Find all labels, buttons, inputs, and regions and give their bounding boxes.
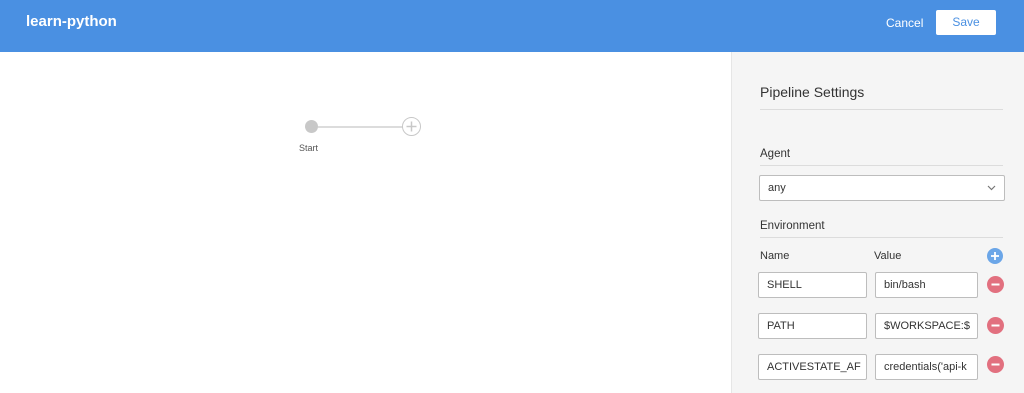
title-divider — [760, 109, 1003, 110]
agent-select[interactable]: any — [759, 175, 1005, 201]
start-label: Start — [299, 143, 319, 153]
env-value-input[interactable]: bin/bash — [875, 272, 978, 298]
start-node[interactable] — [305, 120, 318, 133]
name-column-label: Name — [760, 250, 790, 262]
pipeline-canvas: Start — [0, 52, 731, 393]
save-button[interactable]: Save — [936, 10, 996, 35]
add-stage-button[interactable] — [402, 117, 421, 136]
env-value-input[interactable]: $WORKSPACE:$ — [875, 313, 978, 339]
pipeline-settings-panel: Pipeline Settings Agent any Environment … — [731, 52, 1024, 393]
add-environment-icon[interactable] — [987, 248, 1003, 264]
settings-title: Pipeline Settings — [760, 84, 865, 100]
top-bar: learn-python Cancel Save — [0, 0, 1024, 52]
env-name-input[interactable]: SHELL — [758, 272, 867, 298]
remove-env-icon[interactable] — [987, 317, 1004, 334]
agent-divider — [760, 165, 1003, 166]
pipeline-title: learn-python — [26, 13, 117, 30]
value-column-label: Value — [874, 250, 902, 262]
environment-label: Environment — [760, 220, 825, 232]
remove-env-icon[interactable] — [987, 356, 1004, 373]
pipeline-connector — [318, 126, 403, 128]
env-name-input[interactable]: PATH — [758, 313, 867, 339]
remove-env-icon[interactable] — [987, 276, 1004, 293]
cancel-button[interactable]: Cancel — [878, 12, 931, 34]
agent-label: Agent — [760, 148, 791, 160]
environment-divider — [760, 237, 1003, 238]
chevron-down-icon — [987, 185, 996, 191]
agent-select-value: any — [768, 182, 786, 194]
plus-icon — [406, 121, 417, 132]
env-value-input[interactable]: credentials('api-k — [875, 354, 978, 380]
env-name-input[interactable]: ACTIVESTATE_AF — [758, 354, 867, 380]
